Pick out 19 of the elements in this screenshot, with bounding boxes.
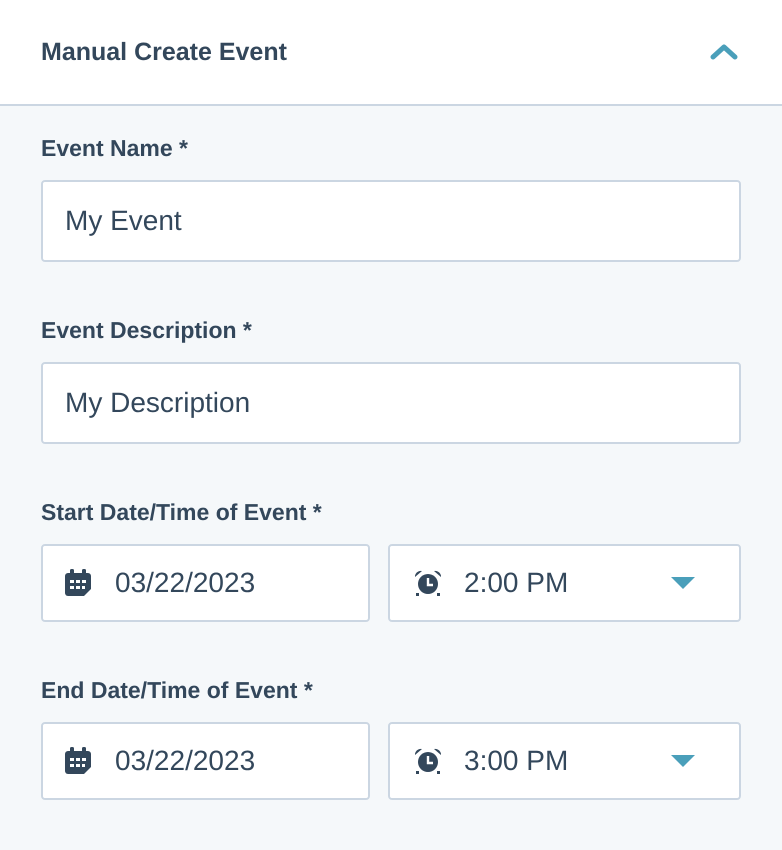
panel-header[interactable]: Manual Create Event — [0, 0, 782, 106]
calendar-icon — [65, 747, 91, 775]
alarm-clock-icon — [414, 569, 442, 597]
field-label: End Date/Time of Event * — [41, 676, 313, 705]
field-label: Start Date/Time of Event * — [41, 498, 322, 527]
date-field[interactable]: 03/22/2023 — [41, 722, 370, 800]
alarm-clock-icon — [414, 747, 442, 775]
date-field[interactable]: 03/22/2023 — [41, 544, 370, 622]
calendar-icon — [65, 569, 91, 597]
field-label: Event Name * — [41, 134, 188, 163]
text-field[interactable]: My Description — [41, 362, 741, 444]
time-dropdown[interactable]: 3:00 PM — [388, 722, 741, 800]
dropdown-caret-icon — [671, 577, 695, 589]
panel-title: Manual Create Event — [41, 38, 287, 66]
chevron-up-icon[interactable] — [710, 44, 738, 60]
time-dropdown[interactable]: 2:00 PM — [388, 544, 741, 622]
field-label: Event Description * — [41, 316, 252, 345]
text-field[interactable]: My Event — [41, 180, 741, 262]
dropdown-caret-icon — [671, 755, 695, 767]
